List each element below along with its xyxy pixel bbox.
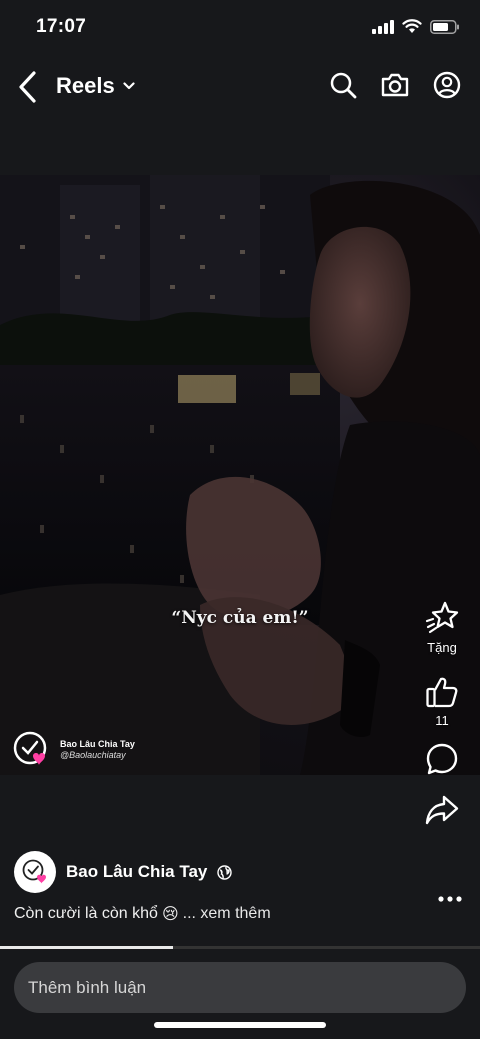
see-more-link[interactable]: ... xem thêm bbox=[183, 905, 271, 923]
brand-logo-icon bbox=[22, 859, 46, 884]
author-name[interactable]: Bao Lâu Chia Tay bbox=[66, 862, 207, 882]
reel-video[interactable]: “Nyc của em!” Bao Lâu Chia Tay @Baolauch… bbox=[0, 175, 480, 775]
caption-text: Còn cười là còn khổ bbox=[14, 905, 158, 922]
reels-title-dropdown[interactable]: Reels bbox=[56, 73, 135, 99]
back-button[interactable] bbox=[12, 68, 42, 106]
comment-placeholder: Thêm bình luận bbox=[28, 977, 147, 997]
comment-bubble-icon bbox=[426, 743, 458, 775]
watermark-name: Bao Lâu Chia Tay bbox=[60, 739, 135, 749]
gift-label: Tặng bbox=[427, 640, 457, 655]
brand-logo-icon bbox=[13, 731, 47, 765]
more-options-button[interactable] bbox=[438, 882, 462, 908]
cellular-signal-icon bbox=[372, 19, 394, 34]
video-watermark: Bao Lâu Chia Tay @Baolauchiatay bbox=[12, 730, 135, 770]
battery-icon bbox=[430, 19, 459, 34]
comment-button[interactable] bbox=[425, 742, 459, 776]
watermark-handle: @Baolauchiatay bbox=[60, 750, 126, 760]
status-time: 17:07 bbox=[36, 16, 87, 37]
avatar[interactable] bbox=[14, 851, 56, 893]
watermark-text: Bao Lâu Chia Tay @Baolauchiatay bbox=[60, 739, 135, 761]
header-actions bbox=[328, 70, 462, 100]
search-icon bbox=[330, 72, 357, 99]
side-actions: Tặng 11 bbox=[416, 600, 468, 826]
video-caption-overlay: “Nyc của em!” bbox=[171, 608, 309, 628]
like-count: 11 bbox=[435, 713, 449, 728]
globe-icon bbox=[217, 864, 233, 880]
like-button[interactable]: 11 bbox=[425, 675, 459, 728]
video-progress-fill bbox=[0, 946, 173, 949]
crying-emoji: 😢 bbox=[161, 906, 179, 923]
page-title: Reels bbox=[56, 73, 115, 98]
comment-input[interactable]: Thêm bình luận bbox=[14, 962, 466, 1013]
gift-button[interactable]: Tặng bbox=[424, 600, 460, 655]
status-bar: 17:07 bbox=[0, 0, 480, 56]
author-row[interactable]: Bao Lâu Chia Tay bbox=[14, 851, 233, 893]
chevron-left-icon bbox=[19, 71, 36, 103]
camera-icon bbox=[381, 73, 409, 97]
gift-star-icon bbox=[425, 601, 459, 634]
reels-header: Reels bbox=[0, 56, 480, 120]
camera-button[interactable] bbox=[380, 70, 410, 100]
more-dots-icon bbox=[438, 896, 462, 902]
profile-icon bbox=[433, 71, 461, 99]
home-indicator bbox=[154, 1022, 326, 1028]
thumbs-up-icon bbox=[426, 677, 458, 708]
post-caption: Còn cười là còn khổ 😢 ... xem thêm bbox=[14, 904, 271, 924]
video-progress-bar[interactable] bbox=[0, 946, 480, 949]
status-icons bbox=[372, 19, 460, 34]
share-arrow-icon bbox=[425, 795, 459, 825]
share-button[interactable] bbox=[424, 794, 460, 826]
wifi-icon bbox=[402, 19, 422, 33]
chevron-down-icon bbox=[123, 82, 135, 90]
video-frame bbox=[0, 175, 480, 775]
profile-button[interactable] bbox=[432, 70, 462, 100]
search-button[interactable] bbox=[328, 70, 358, 100]
